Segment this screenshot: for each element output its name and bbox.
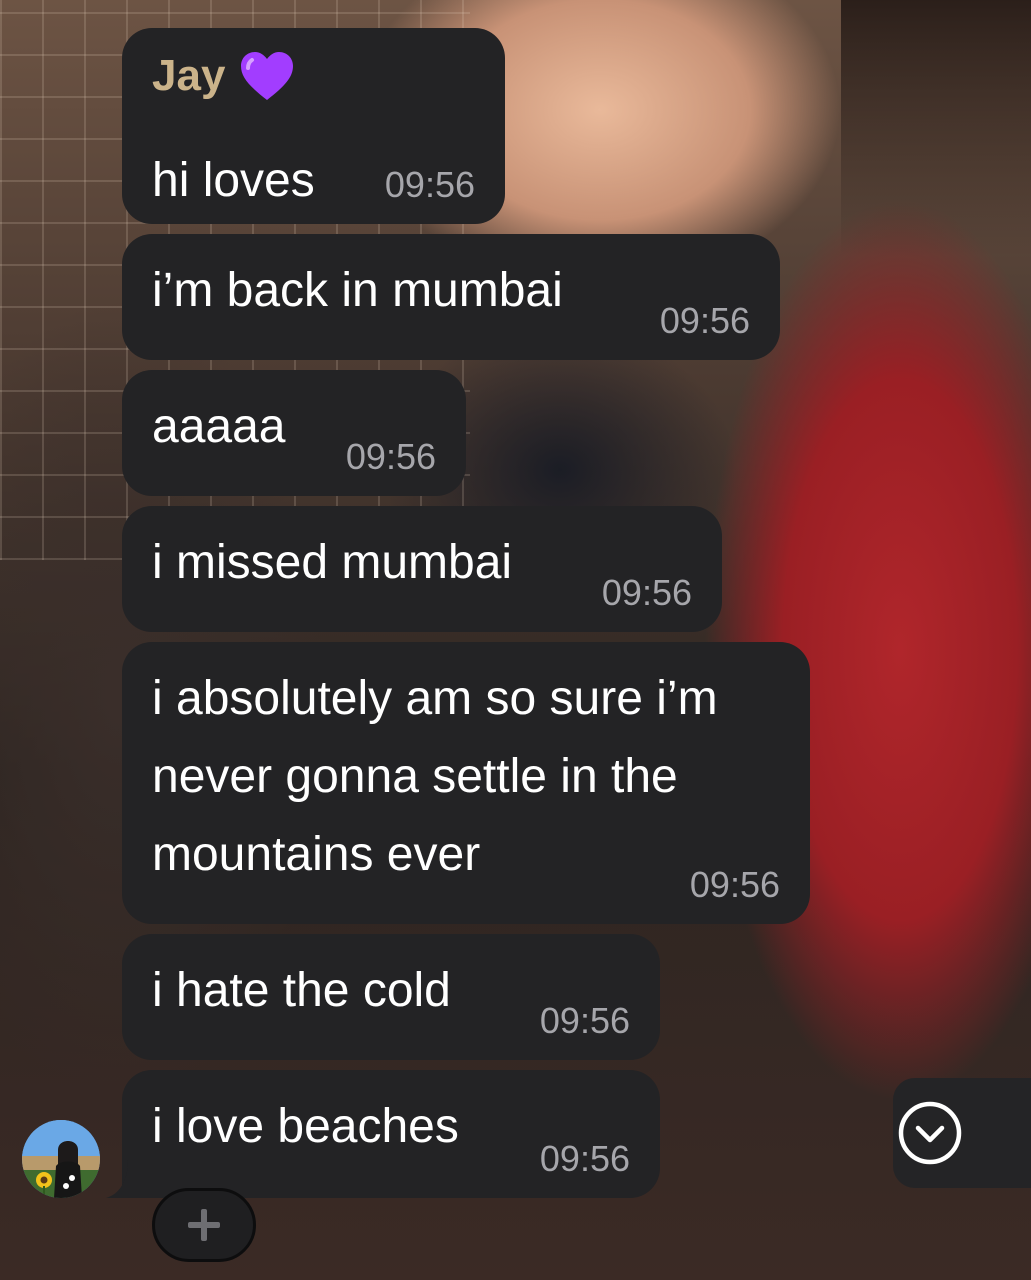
message-text: aaaaa <box>152 400 286 453</box>
message-time: 09:56 <box>345 436 436 477</box>
message-bubble[interactable]: i’m back in mumbai 09:56 <box>122 234 780 360</box>
sender-name-row: Jay <box>152 50 295 102</box>
avatar[interactable] <box>22 1120 100 1198</box>
message-time: 09:56 <box>689 864 780 905</box>
chevron-down-circle-icon <box>898 1101 962 1165</box>
sender-name[interactable]: Jay <box>152 51 225 101</box>
message-text: i’m back in mumbai <box>152 264 563 317</box>
message-time: 09:56 <box>601 572 692 613</box>
message-text: i missed mumbai <box>152 536 513 589</box>
message-text: i love beaches <box>152 1100 459 1153</box>
message-text: i absolutely am so sure i’m never gonna … <box>152 672 718 881</box>
plus-icon <box>188 1209 220 1241</box>
scroll-to-bottom-button[interactable] <box>893 1078 1031 1188</box>
message-bubble[interactable]: aaaaa 09:56 <box>122 370 466 496</box>
message-bubble[interactable]: Jay hi loves 09:56 <box>122 28 505 224</box>
message-text: hi loves <box>152 154 315 207</box>
message-time: 09:56 <box>539 1000 630 1041</box>
message-bubble[interactable]: i missed mumbai 09:56 <box>122 506 722 632</box>
message-bubble[interactable]: i love beaches 09:56 <box>122 1070 660 1198</box>
message-time: 09:56 <box>659 300 750 341</box>
bubble-tail <box>106 1160 146 1198</box>
message-time: 09:56 <box>384 164 475 205</box>
message-time: 09:56 <box>539 1138 630 1179</box>
message-text: i hate the cold <box>152 964 451 1017</box>
message-bubble[interactable]: i hate the cold 09:56 <box>122 934 660 1060</box>
add-reaction-button[interactable] <box>152 1188 256 1262</box>
purple-heart-icon <box>241 52 294 100</box>
message-bubble[interactable]: i absolutely am so sure i’m never gonna … <box>122 642 810 924</box>
avatar-photo <box>22 1120 100 1198</box>
